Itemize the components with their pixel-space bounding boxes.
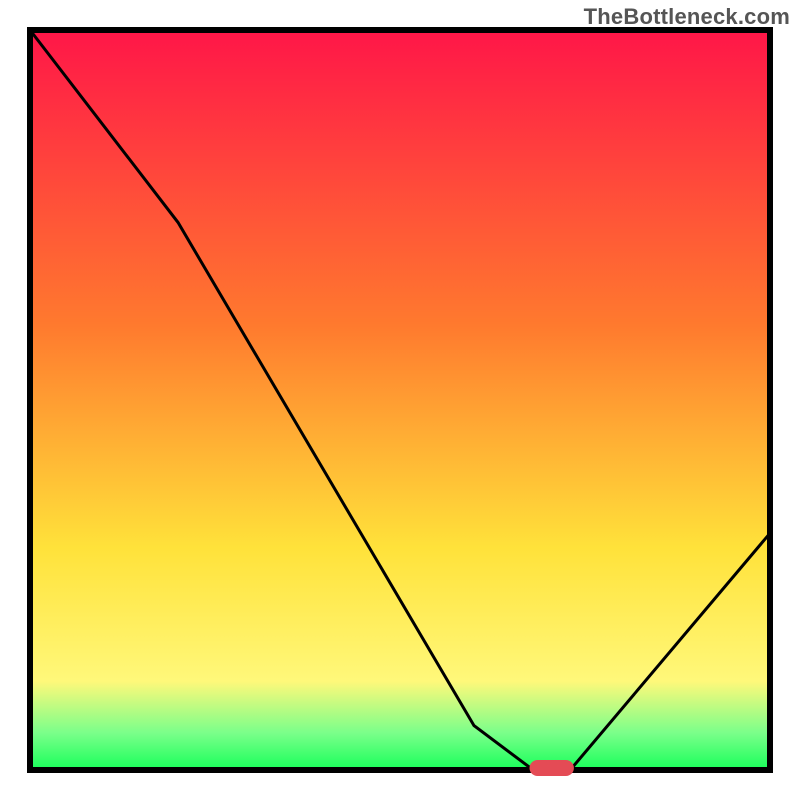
watermark-text: TheBottleneck.com bbox=[584, 4, 790, 30]
plot-gradient-background bbox=[30, 30, 770, 770]
sweet-spot-marker bbox=[530, 760, 574, 776]
bottleneck-chart bbox=[0, 0, 800, 800]
chart-container: TheBottleneck.com bbox=[0, 0, 800, 800]
